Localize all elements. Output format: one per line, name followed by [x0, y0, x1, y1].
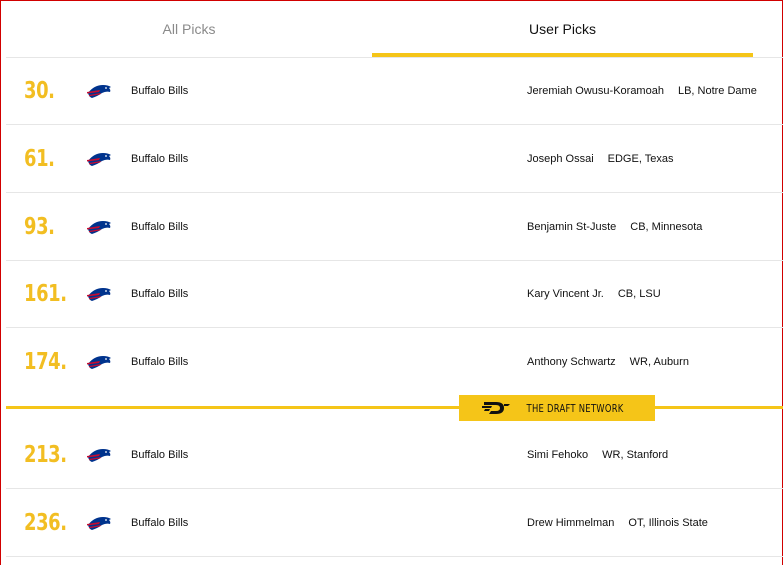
player-position-school: WR, Auburn — [629, 355, 689, 368]
tab-all-picks-label: All Picks — [162, 20, 216, 37]
pick-number: 161. — [24, 280, 67, 307]
pick-number: 236. — [24, 509, 67, 536]
buffalo-bills-logo-icon — [86, 513, 114, 533]
pick-number: 30. — [24, 77, 55, 104]
team-name: Buffalo Bills — [131, 220, 189, 233]
pick-row[interactable]: 61. Buffalo Bills Joseph Ossai EDGE, Texa… — [6, 125, 783, 193]
pick-number: 174. — [24, 348, 67, 375]
brand-banner: THE DRAFT NETWORK — [459, 395, 655, 421]
player-name[interactable]: Jeremiah Owusu-Koramoah — [527, 85, 664, 97]
pick-row[interactable]: 93. Buffalo Bills Benjamin St-Juste CB, M… — [6, 193, 783, 261]
player-position-school: CB, Minnesota — [630, 220, 703, 233]
tab-bar: All Picks User Picks — [6, 0, 783, 58]
pick-row[interactable]: 236. Buffalo Bills Drew Himmelman OT, Ill… — [6, 489, 783, 557]
pick-number: 61. — [24, 145, 55, 172]
player-info: Benjamin St-Juste CB, Minnesota — [527, 221, 702, 233]
player-name[interactable]: Drew Himmelman — [527, 517, 614, 529]
buffalo-bills-logo-icon — [86, 284, 114, 304]
player-info: Joseph Ossai EDGE, Texas — [527, 153, 673, 165]
team-name: Buffalo Bills — [131, 448, 189, 461]
pick-number: 93. — [24, 213, 55, 240]
player-name[interactable]: Joseph Ossai — [527, 153, 594, 165]
brand-text: THE DRAFT NETWORK — [526, 401, 624, 415]
buffalo-bills-logo-icon — [86, 352, 114, 372]
player-name[interactable]: Benjamin St-Juste — [527, 221, 616, 233]
player-info: Drew Himmelman OT, Illinois State — [527, 517, 708, 529]
player-name[interactable]: Simi Fehoko — [527, 449, 588, 461]
player-info: Simi Fehoko WR, Stanford — [527, 449, 668, 461]
player-position-school: CB, LSU — [617, 287, 661, 300]
buffalo-bills-logo-icon — [86, 81, 114, 101]
player-position-school: OT, Illinois State — [628, 516, 708, 529]
player-position-school: LB, Notre Dame — [677, 84, 757, 97]
team-name: Buffalo Bills — [131, 355, 189, 368]
brand-divider — [6, 406, 783, 409]
team-name: Buffalo Bills — [131, 152, 189, 165]
pick-row[interactable]: 161. Buffalo Bills Kary Vincent Jr. CB, L… — [6, 260, 783, 328]
player-position-school: EDGE, Texas — [607, 152, 674, 165]
player-position-school: WR, Stanford — [602, 448, 669, 461]
pick-row[interactable]: 213. Buffalo Bills Simi Fehoko WR, Stanfo… — [6, 421, 783, 489]
player-name[interactable]: Kary Vincent Jr. — [527, 288, 604, 300]
player-name[interactable]: Anthony Schwartz — [527, 356, 616, 368]
tab-user-picks[interactable]: User Picks — [372, 0, 753, 57]
team-name: Buffalo Bills — [131, 516, 189, 529]
draft-network-logo-icon — [481, 402, 510, 414]
buffalo-bills-logo-icon — [86, 217, 114, 237]
team-name: Buffalo Bills — [131, 287, 189, 300]
buffalo-bills-logo-icon — [86, 445, 114, 465]
pick-number: 213. — [24, 441, 67, 468]
player-info: Kary Vincent Jr. CB, LSU — [527, 288, 661, 300]
buffalo-bills-logo-icon — [86, 149, 114, 169]
pick-row[interactable]: 30. Buffalo Bills Jeremiah Owusu-Koramoa… — [6, 57, 783, 125]
pick-row[interactable]: 174. Buffalo Bills Anthony Schwartz WR, A… — [6, 328, 783, 395]
player-info: Anthony Schwartz WR, Auburn — [527, 356, 689, 368]
tab-all-picks[interactable]: All Picks — [6, 0, 372, 57]
team-name: Buffalo Bills — [131, 84, 189, 97]
player-info: Jeremiah Owusu-Koramoah LB, Notre Dame — [527, 85, 757, 97]
tab-user-picks-label: User Picks — [529, 20, 596, 37]
